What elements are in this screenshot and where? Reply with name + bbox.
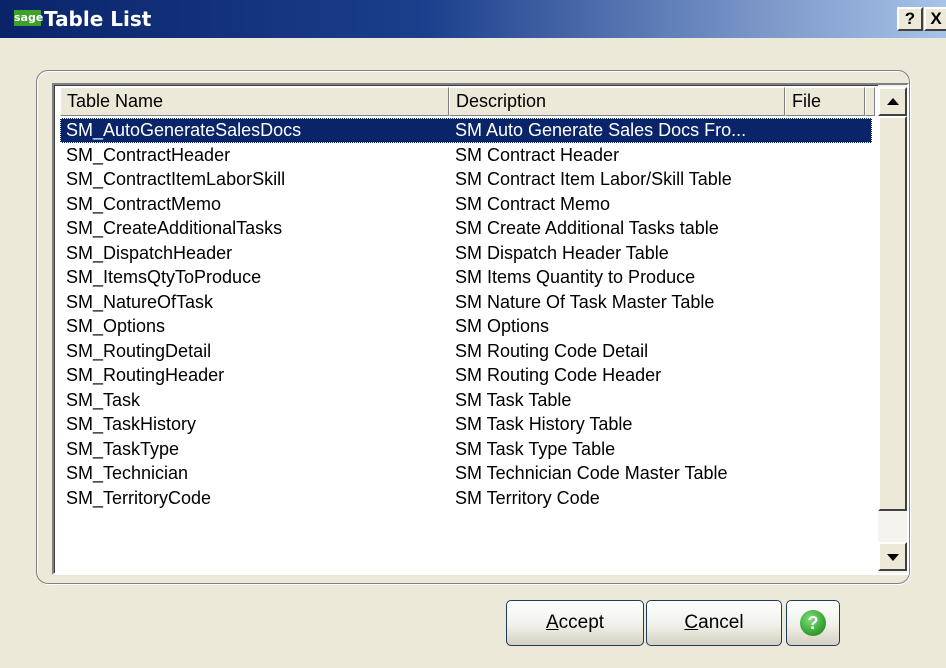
description-cell: SM Contract Memo	[455, 193, 611, 214]
table-name-cell: SM_TaskHistory	[66, 414, 197, 434]
table-row[interactable]: SM_Technician SM Technician Code Master T…	[60, 461, 872, 486]
table-row[interactable]: SM_TaskType SM Task Type Table	[60, 437, 872, 462]
table-row[interactable]: SM_RoutingDetail SM Routing Code Detail	[60, 339, 872, 364]
arrow-up-icon	[887, 98, 899, 105]
description-cell: SM Task Table	[455, 389, 572, 410]
table-row[interactable]: SM_ContractHeader SM Contract Header	[60, 143, 872, 168]
title-bar: sage Table List ? X	[0, 0, 946, 38]
arrow-down-icon	[887, 554, 899, 561]
table-row[interactable]: SM_ContractItemLaborSkill SM Contract Ite…	[60, 167, 872, 192]
table-row[interactable]: SM_Options SM Options	[60, 314, 872, 339]
table-row[interactable]: SM_CreateAdditionalTasks SM Create Additi…	[60, 216, 872, 241]
table-list[interactable]: Table Name Description File SM_AutoGener…	[52, 83, 909, 575]
table-name-cell: SM_Options	[66, 316, 166, 336]
table-name-cell: SM_TaskType	[66, 438, 180, 459]
help-icon: ?	[800, 610, 826, 636]
description-cell: SM Contract Header	[455, 144, 620, 165]
description-cell: SM Routing Code Header	[455, 365, 662, 385]
table-row[interactable]: SM_AutoGenerateSalesDocs SM Auto Generate…	[60, 118, 872, 143]
description-cell: SM Options	[455, 316, 550, 336]
description-cell: SM Technician Code Master Table	[455, 463, 728, 483]
list-header: Table Name Description File	[60, 87, 875, 116]
sage-logo-icon: sage	[14, 10, 44, 26]
table-row[interactable]: SM_DispatchHeader SM Dispatch Header Tabl…	[60, 241, 872, 266]
table-row[interactable]: SM_RoutingHeader SM Routing Code Header	[60, 363, 872, 388]
accept-button[interactable]: Accept	[506, 600, 644, 646]
scroll-thumb[interactable]	[878, 116, 907, 511]
description-cell: SM Territory Code	[455, 487, 600, 508]
description-cell: SM Routing Code Detail	[455, 340, 649, 361]
window-title: Table List	[44, 7, 152, 31]
close-button[interactable]: X	[924, 7, 946, 31]
table-name-cell: SM_AutoGenerateSalesDocs	[66, 120, 302, 140]
description-cell: SM Contract Item Labor/Skill Table	[455, 169, 732, 189]
table-row[interactable]: SM_TerritoryCode SM Territory Code	[60, 486, 872, 511]
table-row[interactable]: SM_Task SM Task Table	[60, 388, 872, 413]
description-cell: SM Task Type Table	[455, 438, 616, 459]
cancel-accelerator: C	[684, 612, 699, 633]
list-rows: SM_AutoGenerateSalesDocs SM Auto Generate…	[60, 118, 872, 510]
scroll-down-button[interactable]	[878, 542, 907, 571]
cancel-button[interactable]: Cancel	[646, 600, 782, 646]
description-cell: SM Task History Table	[455, 414, 633, 434]
table-name-cell: SM_ContractHeader	[66, 144, 231, 165]
column-header-filler	[865, 87, 875, 116]
table-name-cell: SM_ContractItemLaborSkill	[66, 169, 286, 189]
table-name-cell: SM_DispatchHeader	[66, 242, 233, 263]
table-name-cell: SM_NatureOfTask	[66, 291, 214, 312]
table-row[interactable]: SM_ContractMemo SM Contract Memo	[60, 192, 872, 217]
table-name-cell: SM_TerritoryCode	[66, 487, 212, 508]
table-name-cell: SM_ContractMemo	[66, 193, 222, 214]
table-name-cell: SM_Task	[66, 389, 141, 410]
description-cell: SM Auto Generate Sales Docs Fro...	[455, 120, 747, 140]
scroll-up-button[interactable]	[878, 87, 907, 116]
table-row[interactable]: SM_ItemsQtyToProduce SM Items Quantity to…	[60, 265, 872, 290]
description-cell: SM Items Quantity to Produce	[455, 267, 696, 287]
table-row[interactable]: SM_TaskHistory SM Task History Table	[60, 412, 872, 437]
description-cell: SM Nature Of Task Master Table	[455, 291, 715, 312]
vertical-scrollbar[interactable]	[878, 85, 907, 573]
column-header-description[interactable]: Description	[449, 87, 785, 116]
column-header-table-name[interactable]: Table Name	[60, 87, 449, 116]
help-button[interactable]: ?	[786, 600, 840, 646]
table-name-cell: SM_CreateAdditionalTasks	[66, 218, 283, 238]
accept-accelerator: A	[545, 612, 559, 633]
description-cell: SM Create Additional Tasks table	[455, 218, 719, 238]
table-name-cell: SM_ItemsQtyToProduce	[66, 267, 262, 287]
accept-label: ccept	[558, 612, 605, 633]
table-name-cell: SM_Technician	[66, 463, 189, 483]
title-help-button[interactable]: ?	[897, 7, 923, 31]
cancel-label: ancel	[698, 612, 744, 633]
column-header-file[interactable]: File	[785, 87, 865, 116]
table-name-cell: SM_RoutingHeader	[66, 365, 225, 385]
table-row[interactable]: SM_NatureOfTask SM Nature Of Task Master …	[60, 290, 872, 315]
description-cell: SM Dispatch Header Table	[455, 242, 669, 263]
table-name-cell: SM_RoutingDetail	[66, 340, 212, 361]
